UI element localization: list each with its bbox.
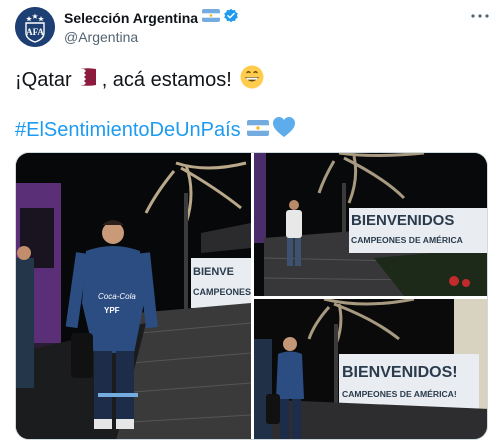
hashtag-link[interactable]: #ElSentimientoDeUnPaís xyxy=(15,118,241,142)
tweet-text-part-1: ¡Qatar xyxy=(15,69,72,91)
media-grid: BIENVE CAMPEONES Coca-Cola YPF BIENVENID… xyxy=(15,152,488,440)
qatar-flag-icon xyxy=(78,68,98,92)
avatar[interactable]: AFA xyxy=(15,7,55,47)
verified-badge-icon xyxy=(223,8,239,29)
shirt-brand-text: Coca-Cola xyxy=(98,292,136,301)
tweet-text-line-2: #ElSentimientoDeUnPaís xyxy=(15,116,296,144)
name-row: Selección Argentina xyxy=(64,8,239,29)
photo-1-sign-line-2: CAMPEONES xyxy=(193,287,251,297)
photo-1-sign-line-1: BIENVE xyxy=(193,266,234,278)
argentina-flag-icon xyxy=(246,118,269,142)
argentina-flag-icon xyxy=(202,9,221,27)
photo-3[interactable]: BIENVENIDOS! CAMPEONES DE AMÉRICA! xyxy=(254,299,487,439)
afa-crest-icon: AFA xyxy=(15,7,55,47)
display-name[interactable]: Selección Argentina xyxy=(64,10,198,26)
tweet-text-part-2: , acá estamos! xyxy=(101,69,232,91)
photo-2-sign-line-1: BIENVENIDOS xyxy=(351,212,454,229)
account-handle[interactable]: @Argentina xyxy=(64,29,138,45)
photo-2[interactable]: BIENVENIDOS CAMPEONES DE AMÉRICA xyxy=(254,153,487,296)
photo-3-sign-line-1: BIENVENIDOS! xyxy=(342,364,458,381)
photo-1[interactable]: BIENVE CAMPEONES Coca-Cola YPF xyxy=(16,153,251,439)
tweet-card: AFA Selección Argentina @Argentina ¡Qata… xyxy=(0,0,500,440)
photo-3-sign-line-2: CAMPEONES DE AMÉRICA! xyxy=(342,389,457,399)
photo-2-sign-line-2: CAMPEONES DE AMÉRICA xyxy=(351,235,463,245)
tweet-text-line-1: ¡Qatar , acá estamos! xyxy=(15,65,264,95)
blue-heart-icon xyxy=(272,116,296,144)
grinning-face-icon xyxy=(240,65,264,95)
more-horizontal-icon[interactable] xyxy=(470,6,490,26)
shirt-sponsor-text: YPF xyxy=(104,306,120,315)
avatar-text: AFA xyxy=(26,27,44,37)
